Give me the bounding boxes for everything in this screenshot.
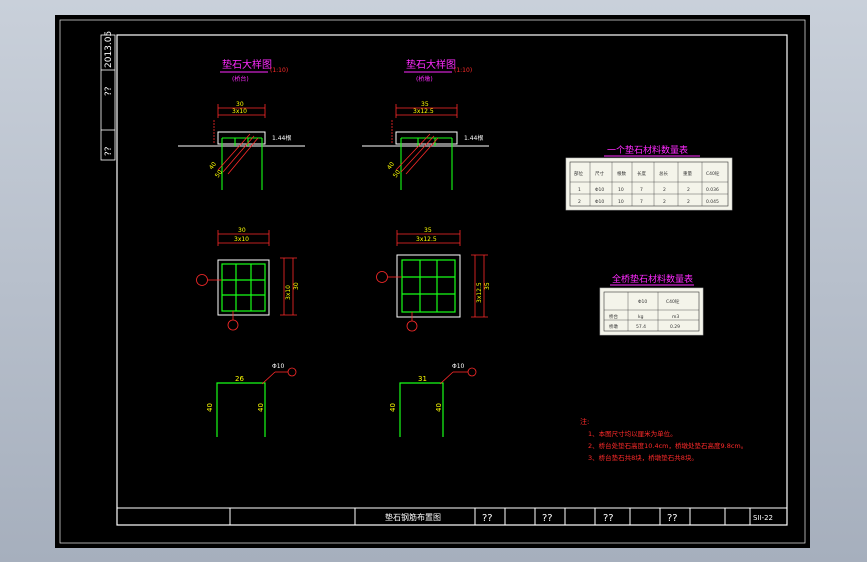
t1-r1-c1: Φ10 (595, 199, 604, 205)
drawing-number: SII-22 (753, 514, 773, 522)
t1-r1-c3: 7 (640, 199, 643, 205)
drawing-paper (55, 15, 810, 548)
note-2: 2、桥台处垫石高度10.4cm，桥墩处垫石高度9.8cm。 (588, 441, 747, 450)
t1-header-6: C40砼 (706, 170, 720, 177)
side-date: 2013.05 (104, 31, 114, 68)
side-check: ?? (104, 146, 114, 156)
tb-q1: ?? (482, 513, 493, 524)
table2-title: 全桥垫石材料数量表 (612, 273, 693, 285)
t1-r1-c0: 2 (578, 199, 581, 205)
side-name: ?? (104, 86, 114, 96)
note-1: 1、本图尺寸均以厘米为单位。 (588, 429, 677, 438)
t1-r1-c6: 0.045 (706, 199, 719, 205)
tb-q3: ?? (603, 513, 614, 524)
t2-r0-c0: 桥台 (609, 313, 618, 320)
t1-header-5: 重量 (683, 170, 692, 177)
t1-r0-c5: 2 (687, 187, 690, 193)
left-rebar-left: 40 (206, 403, 214, 412)
t2-r0-c2: m3 (672, 314, 679, 320)
t1-header-0: 部位 (574, 170, 583, 177)
right-plan-side-total: 35 (484, 282, 491, 290)
table1-title: 一个垫石材料数量表 (607, 144, 688, 156)
t1-r1-c2: 10 (618, 199, 624, 205)
right-rebar-top: 31 (418, 375, 427, 383)
left-plan-width: 30 (238, 227, 246, 234)
t1-header-4: 总长 (659, 170, 668, 177)
right-top-width: 35 (421, 101, 429, 108)
left-bar-label: 1.44根 (272, 134, 291, 142)
left-scale: (1:10) (270, 67, 288, 74)
right-scale: (1:10) (454, 67, 472, 74)
t2-header-2: C40砼 (666, 298, 680, 305)
right-bar-label: 1.44根 (464, 134, 483, 142)
t2-header-1: Φ10 (638, 299, 647, 305)
left-rebar-right: 40 (257, 403, 265, 412)
drawing-title: 垫石钢筋布置图 (385, 512, 441, 522)
t1-r0-c4: 2 (663, 187, 666, 193)
t2-r1-c2: 0.29 (670, 324, 680, 330)
left-rebar-bar: Φ10 (272, 363, 285, 370)
tb-q2: ?? (542, 513, 553, 524)
t1-r1-c5: 2 (687, 199, 690, 205)
left-plan-side-total: 30 (293, 282, 300, 290)
t1-header-3: 长度 (637, 170, 646, 177)
right-rebar-left: 40 (389, 403, 397, 412)
left-plan-side-spacing: 3x10 (285, 285, 292, 300)
left-top-spacing: 3x10 (232, 108, 247, 115)
left-top-width: 30 (236, 101, 244, 108)
right-rebar-right: 40 (435, 403, 443, 412)
t1-r1-c4: 2 (663, 199, 666, 205)
t1-r0-c1: Φ10 (595, 187, 604, 193)
right-rebar-bar: Φ10 (452, 363, 465, 370)
t1-r0-c2: 10 (618, 187, 624, 193)
right-plan-width: 35 (424, 227, 432, 234)
left-title: 垫石大样图 (222, 58, 272, 71)
right-plan-spacing: 3x12.5 (416, 236, 437, 243)
t1-header-2: 根数 (617, 170, 626, 177)
t1-r0-c0: 1 (578, 187, 581, 193)
notes-heading: 注: (580, 417, 589, 426)
tb-q4: ?? (667, 513, 678, 524)
right-plan-side-spacing: 3x12.5 (476, 282, 483, 303)
cad-drawing-canvas: 2013.05 ?? ?? 垫石大样图 (1:10) (桥台) 30 3x10 (55, 15, 810, 548)
right-subtitle: (桥墩) (416, 75, 433, 83)
left-subtitle: (桥台) (232, 75, 249, 83)
t2-r0-c1: kg (638, 314, 644, 320)
t1-r0-c3: 7 (640, 187, 643, 193)
right-title: 垫石大样图 (406, 58, 456, 71)
right-top-spacing: 3x12.5 (413, 108, 434, 115)
left-plan-spacing: 3x10 (234, 236, 249, 243)
t2-r1-c0: 桥墩 (609, 323, 618, 330)
left-rebar-top: 26 (235, 375, 244, 383)
note-3: 3、桥台垫石共8块，桥墩垫石共8块。 (588, 453, 698, 462)
t2-r1-c1: 57.4 (636, 324, 646, 330)
t1-header-1: 尺寸 (595, 170, 604, 177)
material-table-total: 全桥垫石材料数量表 Φ10 C40砼 桥台 kg m3 桥墩 57.4 0.29 (599, 273, 704, 336)
t1-r0-c6: 0.036 (706, 187, 719, 193)
